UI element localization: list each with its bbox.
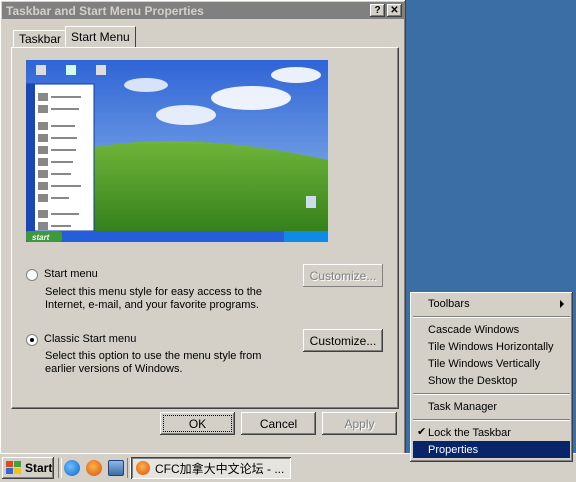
checkmark-icon: ✔ — [417, 426, 427, 438]
taskbar-context-menu: Toolbars Cascade Windows Tile Windows Ho… — [410, 292, 573, 462]
help-button[interactable]: ? — [370, 4, 385, 17]
menu-item-tile-horizontally[interactable]: Tile Windows Horizontally — [413, 338, 570, 355]
task-button-cfc[interactable]: CFC加拿大中文论坛 - ... — [131, 457, 291, 479]
show-desktop-icon[interactable] — [108, 460, 124, 476]
windows-logo-icon — [6, 461, 22, 475]
menu-item-label: Task Manager — [428, 400, 498, 413]
menu-item-label: Lock the Taskbar — [428, 426, 511, 439]
menu-item-show-desktop[interactable]: Show the Desktop — [413, 372, 570, 389]
menu-item-task-manager[interactable]: Task Manager — [413, 398, 570, 415]
menu-item-tile-vertically[interactable]: Tile Windows Vertically — [413, 355, 570, 372]
apply-button: Apply — [322, 412, 397, 435]
tab-taskbar[interactable]: Taskbar — [13, 30, 68, 47]
menu-item-label: Toolbars — [428, 297, 470, 310]
start-button[interactable]: Start — [2, 457, 54, 479]
properties-dialog: Taskbar and Start Menu Properties ? ✕ Ta… — [0, 0, 406, 456]
taskbar-separator — [58, 458, 62, 478]
firefox-icon — [136, 461, 150, 475]
customize-classic-button[interactable]: Customize... — [303, 329, 383, 352]
classic-start-menu-option[interactable]: Classic Start menu — [26, 333, 136, 346]
menu-item-label: Tile Windows Vertically — [428, 357, 541, 370]
menu-item-properties[interactable]: Properties — [413, 441, 570, 458]
menu-separator — [413, 316, 570, 318]
menu-item-label: Cascade Windows — [428, 323, 520, 336]
submenu-arrow-icon — [560, 300, 564, 308]
menu-item-label: Tile Windows Horizontally — [428, 340, 554, 353]
start-menu-radio-label: Start menu — [44, 268, 98, 280]
dialog-title: Taskbar and Start Menu Properties — [6, 3, 204, 18]
menu-item-toolbars[interactable]: Toolbars — [413, 295, 570, 312]
start-menu-preview: start — [26, 60, 328, 242]
internet-explorer-icon[interactable] — [64, 460, 80, 476]
title-bar[interactable]: Taskbar and Start Menu Properties ? ✕ — [2, 2, 404, 19]
start-menu-option[interactable]: Start menu — [26, 268, 98, 281]
preview-start-label: start — [32, 233, 50, 242]
menu-item-label: Properties — [428, 443, 479, 456]
start-menu-description: Select this menu style for easy access t… — [45, 286, 263, 311]
menu-item-lock-taskbar[interactable]: ✔ Lock the Taskbar — [413, 424, 570, 441]
classic-start-menu-radio-label: Classic Start menu — [44, 333, 137, 345]
firefox-icon[interactable] — [86, 460, 102, 476]
classic-start-menu-radio[interactable] — [26, 334, 38, 346]
cancel-button[interactable]: Cancel — [241, 412, 316, 435]
start-menu-radio[interactable] — [26, 269, 38, 281]
menu-separator — [413, 393, 570, 395]
classic-start-menu-description: Select this option to use the menu style… — [45, 350, 262, 375]
ok-button[interactable]: OK — [160, 412, 235, 435]
menu-separator — [413, 419, 570, 421]
menu-item-cascade-windows[interactable]: Cascade Windows — [413, 321, 570, 338]
customize-start-menu-button: Customize... — [303, 264, 383, 287]
task-button-label: CFC加拿大中文论坛 - ... — [155, 461, 285, 476]
tab-start-menu[interactable]: Start Menu — [65, 26, 136, 47]
menu-item-label: Show the Desktop — [428, 374, 518, 387]
close-button[interactable]: ✕ — [387, 4, 402, 17]
start-label: Start — [25, 461, 53, 475]
preview-image: start — [26, 60, 328, 242]
